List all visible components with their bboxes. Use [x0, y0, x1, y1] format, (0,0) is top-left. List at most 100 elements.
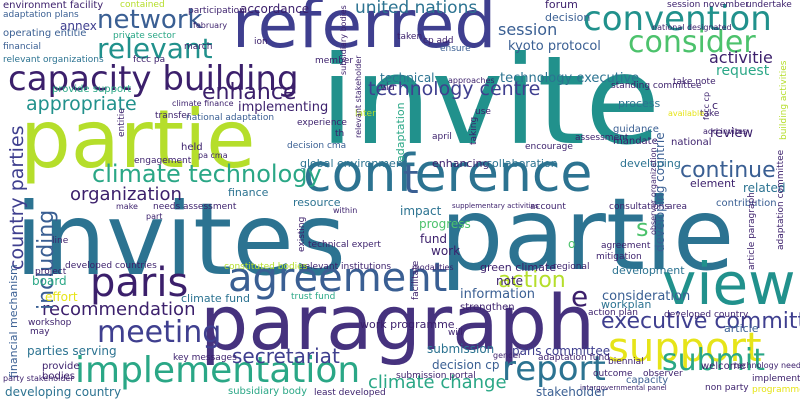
- word-developed-countries: developed countries: [65, 261, 157, 271]
- word-will: will: [448, 328, 463, 338]
- word-activitie: activitie: [709, 48, 773, 67]
- word-key-messages: key messages: [173, 353, 237, 363]
- word-taken: taken: [397, 32, 423, 42]
- word-collaboration: collaboration: [486, 157, 558, 170]
- word-annex: annex: [60, 19, 97, 33]
- word-consultations: consultations: [609, 202, 670, 212]
- word-subsidiary-bodies: subsidiary bodies: [339, 5, 348, 75]
- word-ion: ion: [254, 37, 268, 47]
- word-accordance: accordance: [240, 2, 310, 16]
- word-undertake: undertake: [746, 0, 792, 10]
- word-submission: submission: [427, 342, 495, 356]
- word-contained: contained: [120, 0, 165, 10]
- word-decision: decision: [545, 11, 591, 24]
- word-gender: gender: [493, 351, 522, 360]
- word-constituted-bodies: constituted bodies: [224, 262, 308, 272]
- word-united-nations: united nations: [355, 0, 478, 18]
- word-work: work: [431, 244, 461, 258]
- word-kyoto-protocol: kyoto protocol: [508, 39, 601, 54]
- word-assessment: assessment: [575, 133, 629, 143]
- word-facilitate: facilitate: [411, 260, 421, 300]
- word-submission-portal: submission portal: [396, 371, 476, 381]
- word-party-stakeholder: party stakeholder: [3, 374, 74, 383]
- word-national: national: [671, 137, 712, 148]
- word-available: available: [668, 109, 705, 118]
- word-green-climate: green climate: [480, 261, 556, 274]
- word-mitigation: mitigation: [596, 252, 642, 262]
- word-national-adaptation: national adaptation: [186, 113, 275, 123]
- word-biennial: biennial: [608, 357, 644, 367]
- word-forum: forum: [545, 0, 578, 11]
- word-private-sector: private sector: [113, 31, 176, 41]
- word-relevant-organizations: relevant organizations: [3, 55, 104, 65]
- word-s: s: [636, 214, 649, 242]
- word-part: part: [146, 212, 163, 221]
- word-adaptation-fund: adaptation fund: [538, 353, 610, 363]
- word-action-plan: action plan: [588, 308, 638, 318]
- word-network: network: [97, 5, 203, 35]
- word-taking: taking: [469, 116, 479, 145]
- word-trust-fund: trust fund: [291, 292, 336, 302]
- word-may: may: [30, 327, 50, 337]
- word-needs-assessment: needs assessment: [153, 202, 237, 212]
- word-agreement-small: agreement: [601, 241, 651, 251]
- word-provide-support: provide support: [52, 84, 132, 95]
- word-encourage: encourage: [525, 142, 573, 152]
- word-parties-serving: parties serving: [27, 344, 117, 358]
- word-non-party: non party: [705, 383, 749, 393]
- word-implement: implement: [752, 374, 800, 384]
- word-intergovernmental-panel: intergovernmental panel: [580, 384, 667, 392]
- word-subsidiary-body: subsidiary body: [228, 386, 308, 397]
- word-finance: finance: [228, 186, 269, 199]
- word-element: element: [690, 177, 736, 190]
- word-financial: financial: [3, 42, 42, 52]
- word-february: february: [193, 21, 228, 30]
- word-session: session: [498, 20, 558, 39]
- word-use: use: [475, 107, 491, 117]
- word-observer-organization: observer organization: [649, 147, 658, 235]
- word-climate-fund: climate fund: [181, 292, 250, 305]
- word-march: march: [184, 42, 213, 52]
- word-participation: participation: [188, 6, 245, 16]
- word-technical-expert: technical expert: [308, 240, 381, 250]
- word-article-paragraph: article paragraph: [747, 192, 757, 270]
- word-april: april: [432, 132, 452, 142]
- word-developed-country: developed country: [664, 310, 749, 320]
- word-entitie: entitie: [117, 108, 127, 137]
- word-via: via: [380, 82, 395, 93]
- word-decision-cma: decision cma: [287, 141, 347, 151]
- word-developing-country: developing country: [5, 385, 122, 399]
- word-area: area: [667, 202, 688, 212]
- word-cloud: invite partie invites partie paragraph r…: [0, 0, 800, 400]
- word-approaches: approaches: [448, 76, 495, 85]
- word-information: information: [460, 287, 536, 302]
- word-th: th: [335, 129, 345, 139]
- word-country-parties: country parties: [6, 125, 28, 270]
- word-national-designated: national designated: [652, 23, 732, 32]
- word-take-note: take note: [673, 77, 716, 87]
- word-experience: experience: [297, 118, 347, 128]
- word-article: article: [724, 322, 759, 335]
- word-relevant-institutions: relevant institutions: [301, 262, 392, 272]
- word-engagement: engagement: [134, 156, 192, 166]
- word-fccc-pa: fccc pa: [133, 55, 166, 65]
- word-process: process: [618, 97, 661, 110]
- word-fccc-cp: fccc cp: [702, 91, 711, 120]
- word-programme: programme: [752, 385, 800, 395]
- word-secretariat: secretariat: [232, 344, 340, 368]
- word-financial-mechanism: financial mechanism: [7, 264, 20, 378]
- word-building-activities: building activities: [779, 60, 789, 140]
- word-o: o: [568, 237, 576, 251]
- word-transfer: transfer: [155, 111, 191, 121]
- word-fund: fund: [420, 232, 448, 246]
- word-add-invites: add invites: [703, 127, 748, 136]
- word-ensure: ensure: [440, 44, 471, 54]
- word-technology-need: technology need: [734, 361, 800, 370]
- word-note: note: [496, 274, 524, 288]
- word-pa-cma: pa cma: [198, 151, 228, 160]
- word-global-environment: global environment: [300, 157, 408, 170]
- word-climate-technology: climate technology: [92, 160, 322, 188]
- word-least-developed: least developed: [314, 388, 386, 398]
- word-progress: progress: [419, 217, 471, 231]
- word-observer: observer: [643, 369, 683, 379]
